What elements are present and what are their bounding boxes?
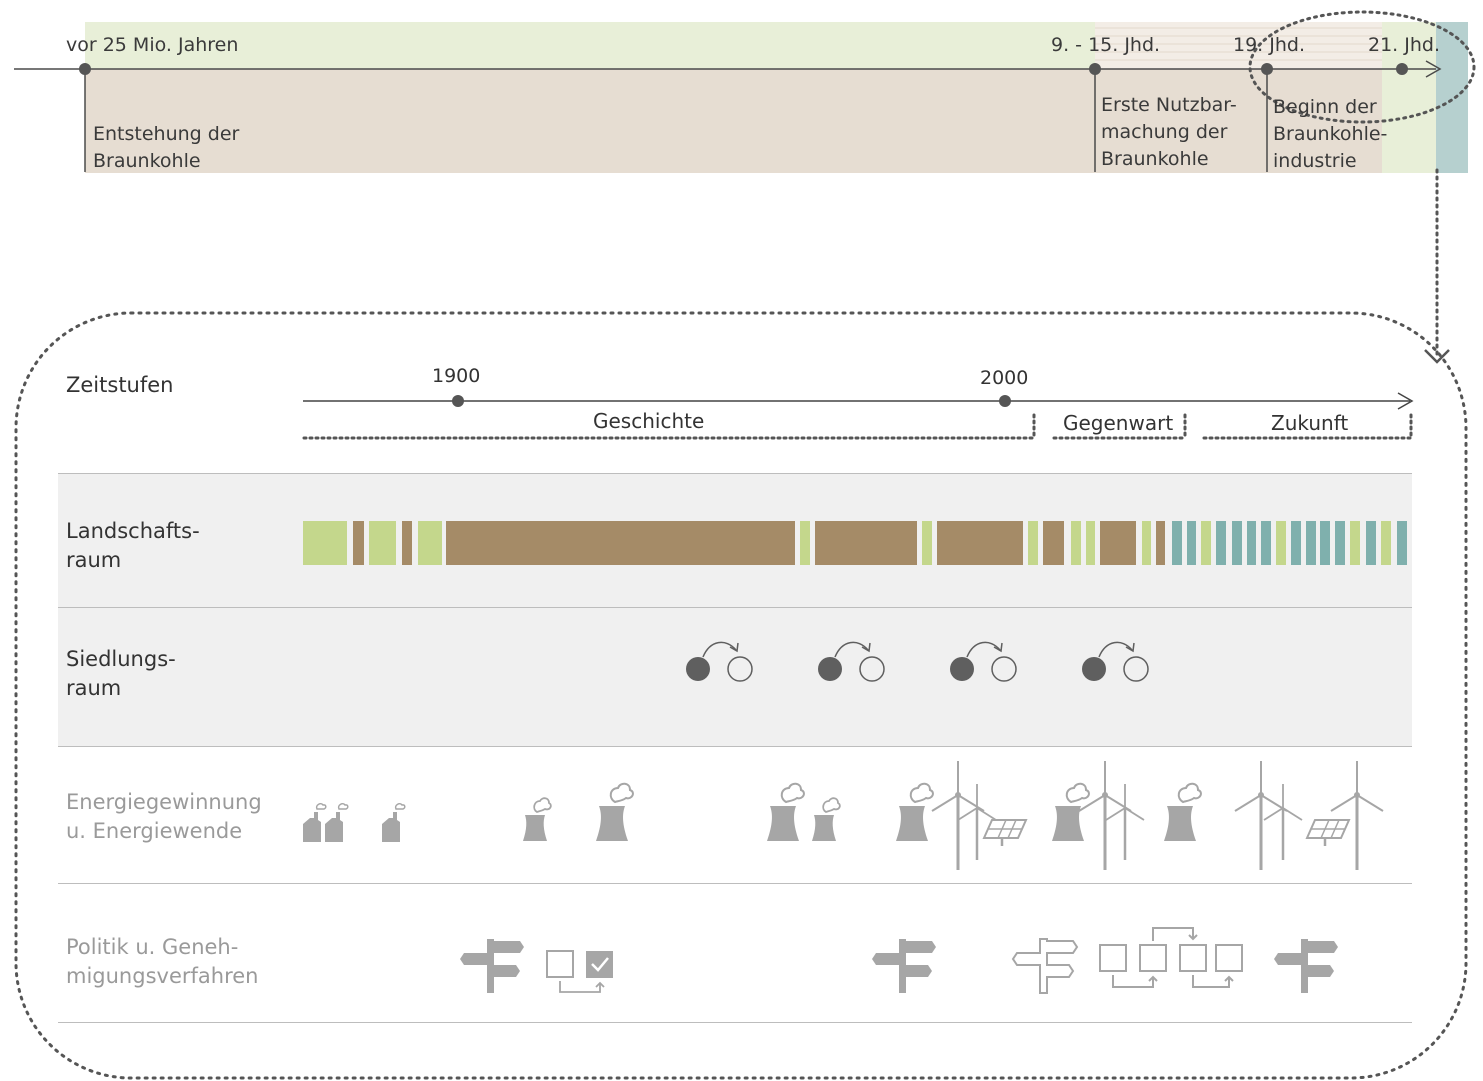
separator-5 [58, 1022, 1412, 1023]
approval-icon [546, 950, 613, 993]
signpost-icon [460, 939, 524, 993]
politics-icons [460, 927, 1338, 994]
signpost-icon [872, 939, 936, 993]
signpost-icon [1274, 939, 1338, 993]
process-chain-icon [1099, 927, 1243, 988]
signpost-outline-icon [1012, 938, 1078, 994]
